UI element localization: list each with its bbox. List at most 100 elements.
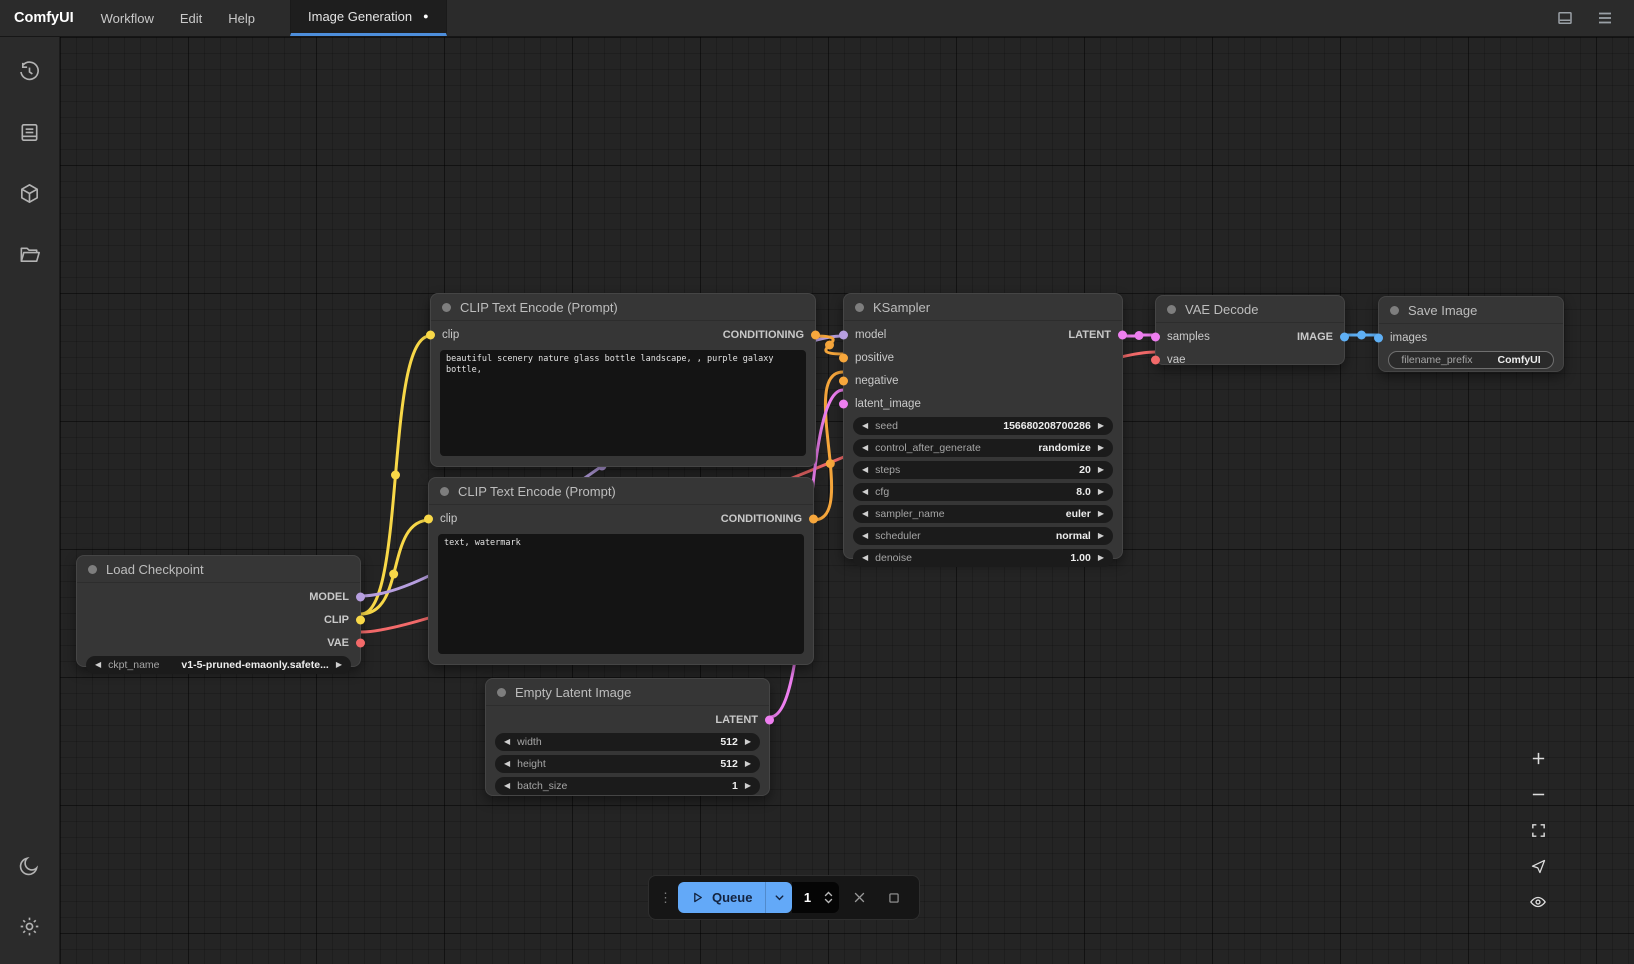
prompt-textarea[interactable]: beautiful scenery nature glass bottle la… xyxy=(440,350,806,456)
node-title-bar[interactable]: CLIP Text Encode (Prompt) xyxy=(431,294,815,321)
node-title-bar[interactable]: Empty Latent Image xyxy=(486,679,769,706)
node-graph-canvas[interactable]: Load Checkpoint MODEL CLIP VAE ◀ ckpt_na… xyxy=(60,37,1634,964)
widget-width[interactable]: ◀ width 512 ▶ xyxy=(495,733,760,751)
prev-value-arrow-icon[interactable]: ◀ xyxy=(504,760,510,768)
node-title-bar[interactable]: Load Checkpoint xyxy=(77,556,360,583)
latent-image-input-port[interactable] xyxy=(839,400,848,409)
node-ksampler[interactable]: KSampler model LATENT positive negative … xyxy=(843,293,1123,559)
next-value-arrow-icon[interactable]: ▶ xyxy=(745,738,751,746)
interrupt-stop-icon[interactable] xyxy=(880,883,909,913)
workflow-history-icon[interactable] xyxy=(10,51,50,91)
collapse-dot-icon[interactable] xyxy=(88,565,97,574)
next-value-arrow-icon[interactable]: ▶ xyxy=(1098,444,1104,452)
link-midpoint-dot[interactable] xyxy=(389,570,398,579)
queue-options-dropdown[interactable] xyxy=(765,882,791,913)
clear-queue-icon[interactable] xyxy=(845,883,874,913)
toggle-visibility-eye-icon[interactable] xyxy=(1526,890,1550,914)
link-midpoint-dot[interactable] xyxy=(825,341,834,350)
next-value-arrow-icon[interactable]: ▶ xyxy=(1098,466,1104,474)
widget-height[interactable]: ◀ height 512 ▶ xyxy=(495,755,760,773)
model-library-icon[interactable] xyxy=(10,173,50,213)
widget-control-after-generate[interactable]: ◀ control_after_generate randomize ▶ xyxy=(853,439,1113,457)
next-value-arrow-icon[interactable]: ▶ xyxy=(745,760,751,768)
next-value-arrow-icon[interactable]: ▶ xyxy=(1098,422,1104,430)
image-output-port[interactable] xyxy=(1340,333,1349,342)
collapse-dot-icon[interactable] xyxy=(855,303,864,312)
drag-handle-icon[interactable]: ⋮ xyxy=(659,890,671,906)
menu-help[interactable]: Help xyxy=(215,0,268,36)
hamburger-menu-icon[interactable] xyxy=(1590,3,1620,33)
queue-button[interactable]: Queue xyxy=(678,882,765,913)
bottom-panel-icon[interactable] xyxy=(1550,3,1580,33)
next-value-arrow-icon[interactable]: ▶ xyxy=(1098,510,1104,518)
widget-steps[interactable]: ◀ steps 20 ▶ xyxy=(853,461,1113,479)
next-value-arrow-icon[interactable]: ▶ xyxy=(745,782,751,790)
collapse-dot-icon[interactable] xyxy=(1167,305,1176,314)
widget-seed[interactable]: ◀ seed 156680208700286 ▶ xyxy=(853,417,1113,435)
conditioning-output-port[interactable] xyxy=(809,515,818,524)
link-midpoint-dot[interactable] xyxy=(1135,331,1144,340)
model-input-port[interactable] xyxy=(839,331,848,340)
link-midpoint-dot[interactable] xyxy=(1357,331,1366,340)
images-input-port[interactable] xyxy=(1374,334,1383,343)
latent-output-port[interactable] xyxy=(765,716,774,725)
vae-output-port[interactable] xyxy=(356,639,365,648)
collapse-dot-icon[interactable] xyxy=(1390,306,1399,315)
vae-input-port[interactable] xyxy=(1151,356,1160,365)
node-clip-text-encode-negative[interactable]: CLIP Text Encode (Prompt) clip CONDITION… xyxy=(428,477,814,665)
prev-value-arrow-icon[interactable]: ◀ xyxy=(862,554,868,562)
stepper-up-icon[interactable] xyxy=(824,891,833,897)
stepper-down-icon[interactable] xyxy=(824,898,833,904)
clip-output-port[interactable] xyxy=(356,616,365,625)
node-save-image[interactable]: Save Image images filename_prefix ComfyU… xyxy=(1378,296,1564,372)
theme-toggle-moon-icon[interactable] xyxy=(10,845,50,885)
node-vae-decode[interactable]: VAE Decode samples IMAGE vae xyxy=(1155,295,1345,365)
prev-value-arrow-icon[interactable]: ◀ xyxy=(862,510,868,518)
next-value-arrow-icon[interactable]: ▶ xyxy=(1098,554,1104,562)
node-empty-latent-image[interactable]: Empty Latent Image LATENT ◀ width 512 ▶ … xyxy=(485,678,770,796)
collapse-dot-icon[interactable] xyxy=(442,303,451,312)
widget-denoise[interactable]: ◀ denoise 1.00 ▶ xyxy=(853,549,1113,567)
prev-value-arrow-icon[interactable]: ◀ xyxy=(862,444,868,452)
prev-value-arrow-icon[interactable]: ◀ xyxy=(862,488,868,496)
tab-image-generation[interactable]: Image Generation ● xyxy=(290,0,447,36)
zoom-out-icon[interactable] xyxy=(1526,782,1550,806)
node-library-icon[interactable] xyxy=(10,112,50,152)
node-title-bar[interactable]: Save Image xyxy=(1379,297,1563,324)
negative-input-port[interactable] xyxy=(839,377,848,386)
node-title-bar[interactable]: KSampler xyxy=(844,294,1122,321)
prev-value-arrow-icon[interactable]: ◀ xyxy=(862,422,868,430)
model-output-port[interactable] xyxy=(356,593,365,602)
zoom-in-icon[interactable] xyxy=(1526,746,1550,770)
menu-edit[interactable]: Edit xyxy=(167,0,215,36)
latent-output-port[interactable] xyxy=(1118,331,1127,340)
next-value-arrow-icon[interactable]: ▶ xyxy=(1098,532,1104,540)
next-value-arrow-icon[interactable]: ▶ xyxy=(1098,488,1104,496)
positive-input-port[interactable] xyxy=(839,354,848,363)
node-load-checkpoint[interactable]: Load Checkpoint MODEL CLIP VAE ◀ ckpt_na… xyxy=(76,555,361,667)
prev-value-arrow-icon[interactable]: ◀ xyxy=(504,738,510,746)
widget-batch-size[interactable]: ◀ batch_size 1 ▶ xyxy=(495,777,760,795)
prev-value-arrow-icon[interactable]: ◀ xyxy=(504,782,510,790)
collapse-dot-icon[interactable] xyxy=(440,487,449,496)
widget-filename-prefix[interactable]: filename_prefix ComfyUI xyxy=(1388,351,1554,369)
workflows-folder-icon[interactable] xyxy=(10,234,50,274)
prev-value-arrow-icon[interactable]: ◀ xyxy=(862,532,868,540)
batch-count-stepper[interactable]: 1 xyxy=(792,882,839,913)
samples-input-port[interactable] xyxy=(1151,333,1160,342)
widget-cfg[interactable]: ◀ cfg 8.0 ▶ xyxy=(853,483,1113,501)
next-value-arrow-icon[interactable]: ▶ xyxy=(336,661,342,669)
node-clip-text-encode-positive[interactable]: CLIP Text Encode (Prompt) clip CONDITION… xyxy=(430,293,816,467)
widget-ckpt-name[interactable]: ◀ ckpt_name v1-5-pruned-emaonly.safete..… xyxy=(86,656,351,674)
link-midpoint-dot[interactable] xyxy=(826,459,835,468)
node-title-bar[interactable]: VAE Decode xyxy=(1156,296,1344,323)
widget-sampler-name[interactable]: ◀ sampler_name euler ▶ xyxy=(853,505,1113,523)
select-mode-arrow-icon[interactable] xyxy=(1526,854,1550,878)
clip-input-port[interactable] xyxy=(424,515,433,524)
collapse-dot-icon[interactable] xyxy=(497,688,506,697)
fit-view-icon[interactable] xyxy=(1526,818,1550,842)
node-title-bar[interactable]: CLIP Text Encode (Prompt) xyxy=(429,478,813,505)
prompt-textarea[interactable]: text, watermark xyxy=(438,534,804,654)
settings-gear-icon[interactable] xyxy=(10,906,50,946)
prev-value-arrow-icon[interactable]: ◀ xyxy=(862,466,868,474)
